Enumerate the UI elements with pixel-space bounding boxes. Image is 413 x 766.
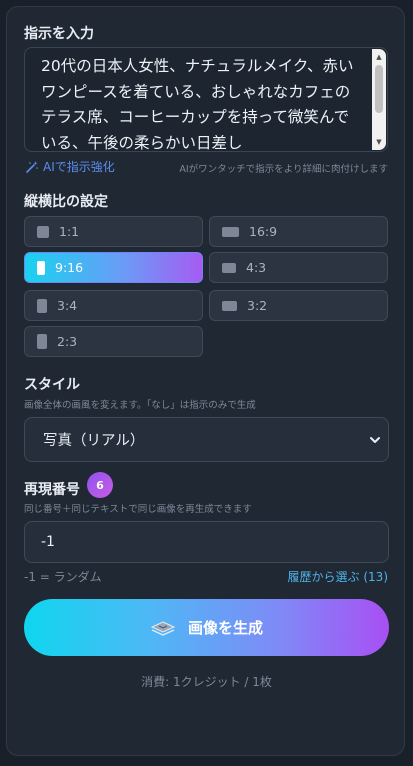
style-description: 画像全体の画風を変えます。「なし」は指示のみで生成 <box>24 400 256 411</box>
generate-label: 画像を生成 <box>187 619 263 637</box>
ratio-label: 2:3 <box>57 334 78 349</box>
landscape-ratio-icon <box>222 300 237 311</box>
generator-panel: 指示を入力 20代の日本人女性、ナチュラルメイク、赤いワンピースを着ている、おし… <box>6 6 405 756</box>
enhance-label[interactable]: AIで指示強化 <box>43 158 115 175</box>
ratio-option-16-9[interactable]: 16:9 <box>209 216 388 247</box>
ratio-option-9-16[interactable]: 9:16 <box>24 252 203 283</box>
magic-wand-icon <box>26 160 38 173</box>
style-label: スタイル <box>24 377 80 393</box>
enhance-button[interactable]: AIで指示強化 <box>25 158 115 175</box>
history-link[interactable]: 履歴から選ぶ (13) <box>288 568 388 585</box>
ratio-option-3-4[interactable]: 3:4 <box>24 290 203 321</box>
ratio-option-2-3[interactable]: 2:3 <box>24 326 203 357</box>
portrait-ratio-icon <box>37 260 45 275</box>
scroll-up-icon[interactable]: ▲ <box>372 51 386 63</box>
landscape-ratio-icon <box>222 262 236 273</box>
prompt-label: 指示を入力 <box>24 26 94 42</box>
ratio-option-3-2[interactable]: 3:2 <box>209 290 388 321</box>
portrait-ratio-icon <box>37 334 47 349</box>
style-select[interactable]: 写真（リアル） <box>24 417 389 462</box>
scroll-down-icon[interactable]: ▼ <box>372 136 386 148</box>
layers-icon <box>150 620 176 636</box>
prompt-scrollbar[interactable]: ▲ ▼ <box>372 49 386 150</box>
seed-random-note: -1 = ランダム <box>24 570 102 584</box>
seed-label: 再現番号 <box>24 482 80 498</box>
scroll-thumb[interactable] <box>375 65 383 113</box>
prompt-text[interactable]: 20代の日本人女性、ナチュラルメイク、赤いワンピースを着ている、おしゃれなカフェ… <box>41 54 361 156</box>
portrait-ratio-icon <box>37 298 47 313</box>
square-ratio-icon <box>37 225 49 238</box>
seed-description: 同じ番号＋同じテキストで同じ画像を再生成できます <box>24 504 252 515</box>
cost-note: 消費: 1クレジット / 1枚 <box>141 675 272 689</box>
ratio-label: 16:9 <box>249 224 278 239</box>
style-selected-value: 写真（リアル） <box>43 433 145 449</box>
aspect-label: 縦横比の設定 <box>24 194 108 210</box>
ratio-option-4-3[interactable]: 4:3 <box>209 252 388 283</box>
generate-button[interactable]: 画像を生成 <box>24 599 389 656</box>
ratio-option-1-1[interactable]: 1:1 <box>24 216 203 247</box>
seed-input[interactable]: -1 <box>24 521 389 563</box>
landscape-ratio-icon <box>222 226 239 237</box>
chevron-down-icon <box>370 437 380 443</box>
ratio-label: 9:16 <box>55 260 84 275</box>
seed-badge: 6 <box>87 472 113 498</box>
enhance-hint: AIがワンタッチで指示をより詳細に肉付けします <box>179 164 388 175</box>
ratio-label: 3:4 <box>57 298 78 313</box>
ratio-label: 1:1 <box>59 224 80 239</box>
prompt-textarea[interactable]: 20代の日本人女性、ナチュラルメイク、赤いワンピースを着ている、おしゃれなカフェ… <box>24 47 388 152</box>
ratio-label: 3:2 <box>247 298 268 313</box>
ratio-label: 4:3 <box>246 260 267 275</box>
